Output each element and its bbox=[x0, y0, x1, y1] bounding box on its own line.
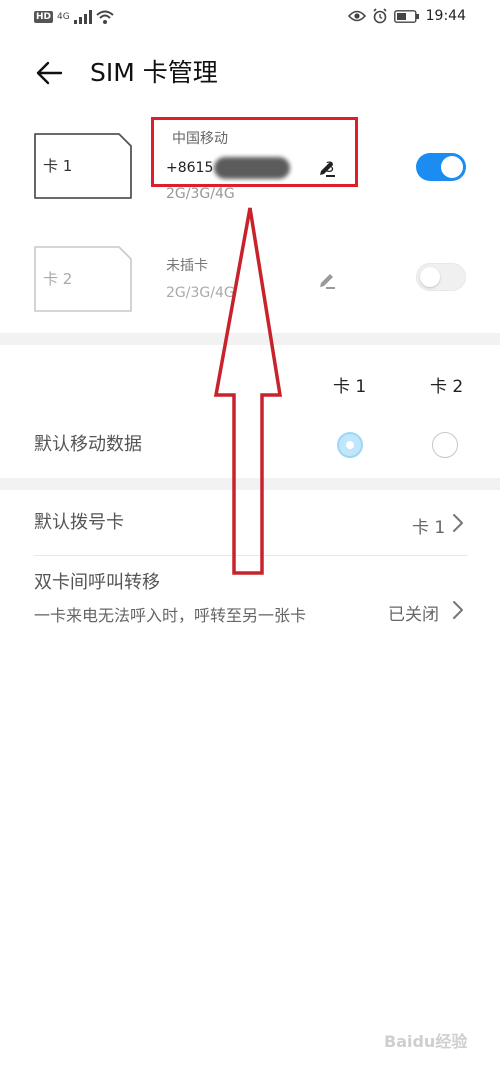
default-data-label: 默认移动数据 bbox=[34, 434, 142, 455]
call-forward-title[interactable]: 双卡间呼叫转移 bbox=[34, 571, 160, 595]
toggle-knob bbox=[441, 156, 463, 178]
annotation-highlight-box bbox=[151, 117, 358, 187]
call-forward-description: 一卡来电无法呼入时，呼转至另一张卡 bbox=[34, 606, 307, 625]
watermark: Baidu经验 bbox=[384, 1032, 468, 1051]
default-data-card2-radio[interactable] bbox=[432, 432, 458, 458]
alarm-icon bbox=[373, 8, 387, 24]
default-dial-value[interactable]: 卡 1 bbox=[412, 513, 445, 538]
annotation-up-arrow bbox=[213, 207, 283, 575]
call-forward-value[interactable]: 已关闭 bbox=[388, 600, 439, 625]
status-right: 19:44 bbox=[347, 7, 466, 25]
edit-sim2-icon[interactable] bbox=[317, 270, 337, 290]
battery-icon bbox=[393, 9, 419, 23]
back-arrow-icon[interactable] bbox=[34, 58, 64, 88]
status-bar: HD 4G 19:44 bbox=[0, 0, 500, 34]
sim-card-1-icon: 卡 1 bbox=[33, 132, 133, 200]
chevron-right-icon[interactable] bbox=[452, 513, 464, 533]
sim-card-2-icon: 卡 2 bbox=[33, 245, 133, 313]
sim-card-1-label: 卡 1 bbox=[43, 157, 73, 175]
sim1-network: 2G/3G/4G bbox=[166, 186, 235, 202]
network-type: 4G bbox=[57, 12, 70, 22]
default-dial-label[interactable]: 默认拨号卡 bbox=[34, 511, 124, 535]
signal-bars-icon bbox=[73, 10, 92, 24]
column-card2: 卡 2 bbox=[430, 377, 464, 397]
sim2-toggle[interactable] bbox=[416, 263, 466, 291]
eye-icon bbox=[347, 10, 366, 22]
default-data-card1-radio[interactable] bbox=[337, 432, 363, 458]
toggle-knob bbox=[420, 267, 440, 287]
status-left: HD 4G bbox=[34, 9, 114, 25]
wifi-icon bbox=[96, 10, 114, 24]
chevron-right-icon[interactable] bbox=[452, 600, 464, 620]
sim2-carrier: 未插卡 bbox=[166, 258, 208, 274]
sim-card-2-label: 卡 2 bbox=[43, 270, 73, 288]
page-title: SIM 卡管理 bbox=[90, 58, 218, 87]
clock: 19:44 bbox=[425, 8, 466, 24]
hd-badge: HD bbox=[34, 11, 54, 23]
sim1-toggle[interactable] bbox=[416, 153, 466, 181]
column-card1: 卡 1 bbox=[333, 377, 367, 397]
